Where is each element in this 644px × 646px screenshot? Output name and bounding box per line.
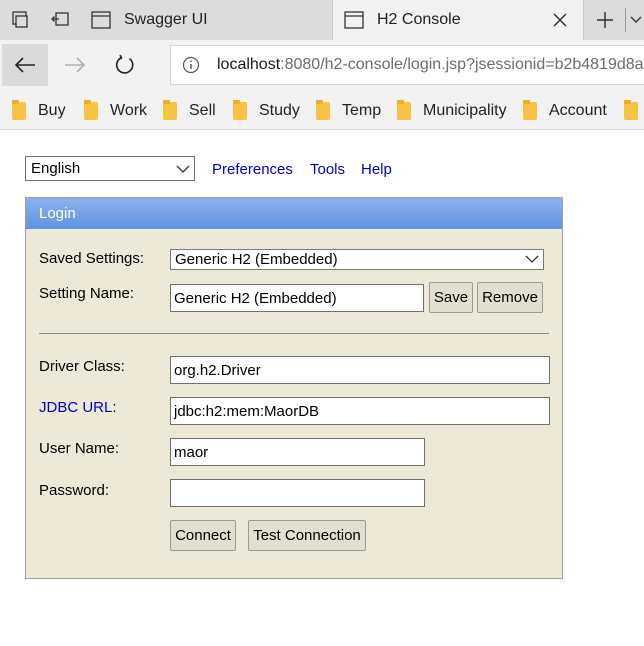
folder-icon — [523, 100, 537, 120]
back-arrow-icon — [14, 57, 35, 73]
forward-arrow-icon — [65, 57, 86, 73]
tab-separator — [625, 8, 626, 32]
refresh-button[interactable] — [102, 44, 148, 86]
plus-icon — [597, 12, 613, 28]
folder-icon — [84, 100, 98, 120]
login-title: Login — [39, 205, 76, 222]
page-icon — [90, 9, 112, 31]
favorite-label: Sell — [189, 102, 216, 119]
folder-icon — [624, 100, 638, 120]
favorite-municipality[interactable]: Municipality — [397, 100, 507, 122]
favorite-label: Work — [110, 102, 148, 119]
folder-icon — [397, 100, 411, 120]
connect-button[interactable]: Connect — [170, 520, 236, 551]
refresh-icon — [115, 54, 134, 74]
tab-strip: Swagger UI H2 Console — [0, 0, 644, 40]
favorite-buy[interactable]: Buy — [12, 100, 66, 122]
user-name-label: User Name: — [39, 440, 120, 457]
tab-manager-icon[interactable] — [0, 0, 40, 40]
address-bar[interactable]: localhost:8080/h2-console/login.jsp?jses… — [170, 45, 644, 85]
password-label: Password: — [39, 482, 110, 499]
chevron-down-icon — [176, 161, 190, 178]
back-button[interactable] — [2, 44, 48, 86]
jdbc-url-label: JDBC URL: — [39, 399, 117, 416]
password-input[interactable] — [170, 479, 425, 507]
favorite-label: Study — [259, 102, 300, 119]
set-tabs-aside-icon[interactable] — [40, 0, 80, 40]
language-value: English — [31, 160, 81, 177]
chevron-down-icon — [525, 251, 539, 268]
url-host: localhost — [217, 56, 281, 73]
tools-link[interactable]: Tools — [310, 161, 345, 178]
close-icon[interactable] — [549, 9, 571, 31]
setting-name-label: Setting Name: — [39, 285, 135, 302]
test-connection-button[interactable]: Test Connection — [248, 520, 366, 551]
new-tab-button[interactable] — [585, 0, 625, 40]
chevron-down-icon[interactable] — [628, 0, 644, 40]
favorite-temp[interactable]: Temp — [316, 100, 381, 122]
tab-swagger-ui[interactable]: Swagger UI — [80, 0, 332, 40]
preferences-link[interactable]: Preferences — [212, 161, 293, 178]
jdbc-url-colon: : — [112, 399, 117, 416]
saved-settings-select[interactable]: Generic H2 (Embedded) — [170, 249, 544, 270]
url-path: :8080/h2-console/login.jsp?jsessionid=b2… — [280, 56, 644, 73]
favorite-overflow[interactable] — [624, 100, 644, 122]
folder-icon — [233, 100, 247, 120]
favorite-study[interactable]: Study — [233, 100, 300, 122]
user-name-input[interactable] — [170, 438, 425, 466]
save-button[interactable]: Save — [429, 282, 473, 313]
tab-title: H2 Console — [377, 11, 461, 28]
divider — [39, 333, 549, 334]
favorite-label: Buy — [38, 102, 66, 119]
jdbc-url-link[interactable]: JDBC URL — [39, 399, 112, 416]
driver-class-input[interactable] — [170, 356, 550, 384]
jdbc-url-input[interactable] — [170, 397, 550, 425]
login-panel: Login Saved Settings: Generic H2 (Embedd… — [25, 197, 563, 579]
favorite-work[interactable]: Work — [84, 100, 147, 122]
favorite-account[interactable]: Account — [523, 100, 607, 122]
language-select[interactable]: English — [25, 156, 195, 181]
favorites-bar: Buy Work Sell Study Temp Municipality Ac… — [0, 90, 644, 130]
folder-icon — [316, 100, 330, 120]
help-link[interactable]: Help — [361, 161, 392, 178]
folder-icon — [12, 100, 26, 120]
navigation-bar: localhost:8080/h2-console/login.jsp?jses… — [0, 40, 644, 90]
tab-title: Swagger UI — [124, 11, 208, 28]
saved-settings-value: Generic H2 (Embedded) — [175, 251, 338, 268]
saved-settings-label: Saved Settings: — [39, 250, 145, 267]
favorite-sell[interactable]: Sell — [163, 100, 216, 122]
setting-name-input[interactable] — [170, 284, 424, 312]
favorite-label: Temp — [342, 102, 382, 119]
driver-class-label: Driver Class: — [39, 358, 125, 375]
remove-button[interactable]: Remove — [477, 282, 543, 313]
login-header: Login — [26, 198, 562, 229]
favorite-label: Account — [549, 102, 607, 119]
page-icon — [343, 9, 365, 31]
info-icon[interactable] — [181, 55, 201, 75]
url-text[interactable]: localhost:8080/h2-console/login.jsp?jses… — [217, 56, 644, 74]
forward-button[interactable] — [52, 44, 98, 86]
tab-h2-console[interactable]: H2 Console — [332, 0, 584, 40]
favorite-label: Municipality — [423, 102, 507, 119]
folder-icon — [163, 100, 177, 120]
